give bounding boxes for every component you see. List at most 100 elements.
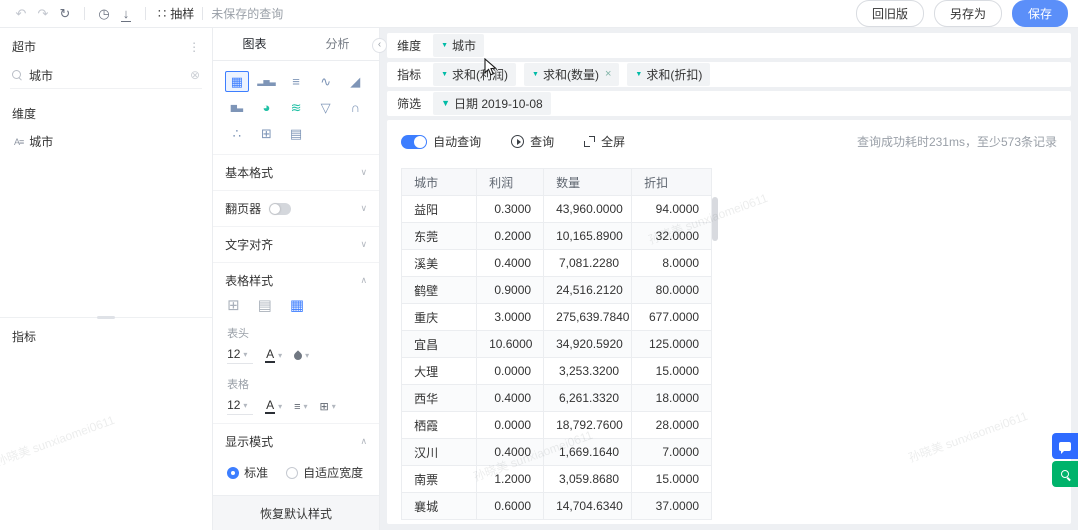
caret-down-icon: ▾ xyxy=(304,402,308,411)
filter-tag-label: 日期 2019-10-08 xyxy=(454,95,543,112)
reset-default-style-button[interactable]: 恢复默认样式 xyxy=(213,495,379,530)
pager-header[interactable]: 翻页器 ∨ xyxy=(213,191,379,226)
dimension-field-city[interactable]: A≡ 城市 xyxy=(0,126,212,157)
header-fill-color-picker[interactable]: ▾ xyxy=(294,351,309,360)
scatter-chart-icon[interactable]: ∴ xyxy=(225,123,249,144)
dropdown-caret-icon: ▼ xyxy=(532,71,539,78)
cell-value: 8.0000 xyxy=(632,250,712,277)
table-row: 重庆3.0000275,639.7840677.0000 xyxy=(402,304,712,331)
tab-chart[interactable]: 图表 xyxy=(213,28,296,60)
metric-tags: ▼求和(利润) ▼求和(数量)× ▼求和(折扣) xyxy=(433,63,710,86)
sampling-label: 抽样 xyxy=(170,5,194,22)
cell-value: 18.0000 xyxy=(632,385,712,412)
cell-city: 大理 xyxy=(402,358,477,385)
table-body: 益阳0.300043,960.000094.0000东莞0.200010,165… xyxy=(402,196,712,520)
query-button[interactable]: 查询 xyxy=(511,133,554,150)
auto-query-label: 自动查询 xyxy=(433,133,481,150)
cell-value: 32.0000 xyxy=(632,223,712,250)
cell-value: 1.2000 xyxy=(477,466,544,493)
radio-adaptive-width[interactable]: 自适应宽度 xyxy=(286,464,363,481)
style-preset-header-icon[interactable]: ▦ xyxy=(290,298,304,313)
table-body-style-label: 表格 xyxy=(213,372,379,395)
remove-tag-icon[interactable]: × xyxy=(605,69,611,80)
redo-icon[interactable]: ↷ xyxy=(32,7,54,20)
grouped-column-chart-icon[interactable]: ▆▃ xyxy=(225,97,249,118)
cell-value: 10,165.8900 xyxy=(544,223,632,250)
cell-value: 0.4000 xyxy=(477,439,544,466)
bar-chart-icon[interactable]: ≡ xyxy=(284,71,308,92)
caret-down-icon: ▾ xyxy=(278,351,282,360)
chevron-up-icon: ∧ xyxy=(360,436,367,447)
cell-city: 重庆 xyxy=(402,304,477,331)
radio-standard[interactable]: 标准 xyxy=(227,464,268,481)
table-scrollbar[interactable] xyxy=(712,197,718,241)
text-align-header[interactable]: 文字对齐 ∨ xyxy=(213,227,379,262)
font-size-value: 12 xyxy=(227,347,240,361)
cell-value: 34,920.5920 xyxy=(544,331,632,358)
field-tag[interactable]: ▼求和(利润) xyxy=(433,63,516,86)
table-font-color-picker[interactable]: A ▾ xyxy=(265,399,282,414)
filters-row: 筛选 ▼ 日期 2019-10-08 xyxy=(387,91,1071,116)
pivot-table-icon[interactable]: ▤ xyxy=(284,123,308,144)
section-display-mode: 显示模式 ∧ 标准 自适应宽度 xyxy=(213,423,379,491)
river-chart-icon[interactable]: ≋ xyxy=(284,97,308,118)
sampling-button[interactable]: ∷ 抽样 xyxy=(158,5,194,22)
pager-toggle[interactable] xyxy=(269,203,291,215)
section-basic-format: 基本格式 ∨ xyxy=(213,154,379,190)
field-search-input[interactable] xyxy=(29,68,184,82)
more-icon[interactable]: ⋮ xyxy=(188,40,200,54)
save-as-button[interactable]: 另存为 xyxy=(934,0,1002,27)
customer-service-button[interactable] xyxy=(1052,433,1078,459)
funnel-chart-icon[interactable]: ▽ xyxy=(314,97,338,118)
table-border-style-picker[interactable]: ≡ ▾ xyxy=(294,401,307,413)
display-mode-header[interactable]: 显示模式 ∧ xyxy=(213,424,379,459)
gauge-chart-icon[interactable]: ∩ xyxy=(343,97,367,118)
collapse-panel-icon[interactable]: ‹ xyxy=(372,38,387,53)
filter-tag[interactable]: ▼ 日期 2019-10-08 xyxy=(433,92,551,115)
download-icon[interactable]: ↓ xyxy=(115,7,137,20)
table-style-header[interactable]: 表格样式 ∧ xyxy=(213,263,379,298)
crosstab-chart-icon[interactable]: ⊞ xyxy=(255,123,279,144)
header-font-size-select[interactable]: 12 ▾ xyxy=(227,347,253,364)
line-chart-icon[interactable]: ∿ xyxy=(314,71,338,92)
fullscreen-button[interactable]: 全屏 xyxy=(584,133,625,150)
table-row: 南票1.20003,059.868015.0000 xyxy=(402,466,712,493)
field-tag[interactable]: ▼求和(数量)× xyxy=(524,63,619,86)
header-font-color-picker[interactable]: A ▾ xyxy=(265,348,282,363)
cell-value: 7.0000 xyxy=(632,439,712,466)
pie-chart-icon[interactable]: ◕ xyxy=(255,97,279,118)
cell-value: 0.3000 xyxy=(477,196,544,223)
table-row: 鹤壁0.900024,516.212080.0000 xyxy=(402,277,712,304)
old-version-button[interactable]: 回旧版 xyxy=(856,0,924,27)
border-style-icon: ≡ xyxy=(294,401,300,413)
table-chart-icon[interactable]: ▦ xyxy=(225,71,249,92)
history-icon[interactable]: ◷ xyxy=(93,7,115,20)
dimension-tags: ▼城市 xyxy=(433,34,484,57)
metrics-row-label: 指标 xyxy=(397,66,421,83)
panel-resize-handle[interactable] xyxy=(0,317,212,318)
table-border-grid-picker[interactable]: ⊞ ▾ xyxy=(320,400,336,413)
style-preset-banded-icon[interactable]: ▤ xyxy=(258,298,272,313)
column-chart-icon[interactable]: ▂▅▃ xyxy=(255,71,279,92)
tab-analysis[interactable]: 分析 xyxy=(296,28,379,60)
refresh-icon[interactable]: ↻ xyxy=(54,7,76,20)
table-font-size-select[interactable]: 12 ▾ xyxy=(227,398,253,415)
cell-city: 西华 xyxy=(402,385,477,412)
help-search-button[interactable] xyxy=(1052,461,1078,487)
style-preset-plain-icon[interactable]: ⊞ xyxy=(227,298,240,313)
clear-search-icon[interactable]: ⊗ xyxy=(190,68,200,82)
cell-value: 15.0000 xyxy=(632,466,712,493)
auto-query-toggle[interactable] xyxy=(401,135,427,149)
area-chart-icon[interactable]: ◢ xyxy=(343,71,367,92)
font-color-icon: A xyxy=(265,348,275,363)
basic-format-header[interactable]: 基本格式 ∨ xyxy=(213,155,379,190)
dropdown-caret-icon: ▼ xyxy=(441,71,448,78)
field-tag[interactable]: ▼求和(折扣) xyxy=(627,63,710,86)
fields-panel: 超市 ⋮ ⊗ 维度 A≡ 城市 指标 xyxy=(0,28,213,530)
save-button[interactable]: 保存 xyxy=(1012,0,1068,27)
undo-icon[interactable]: ↶ xyxy=(10,7,32,20)
result-table-wrap: 城市利润数量折扣 益阳0.300043,960.000094.0000东莞0.2… xyxy=(401,168,1057,520)
field-tag[interactable]: ▼城市 xyxy=(433,34,484,57)
column-header: 城市 xyxy=(402,169,477,196)
header-style-label: 表头 xyxy=(213,321,379,344)
